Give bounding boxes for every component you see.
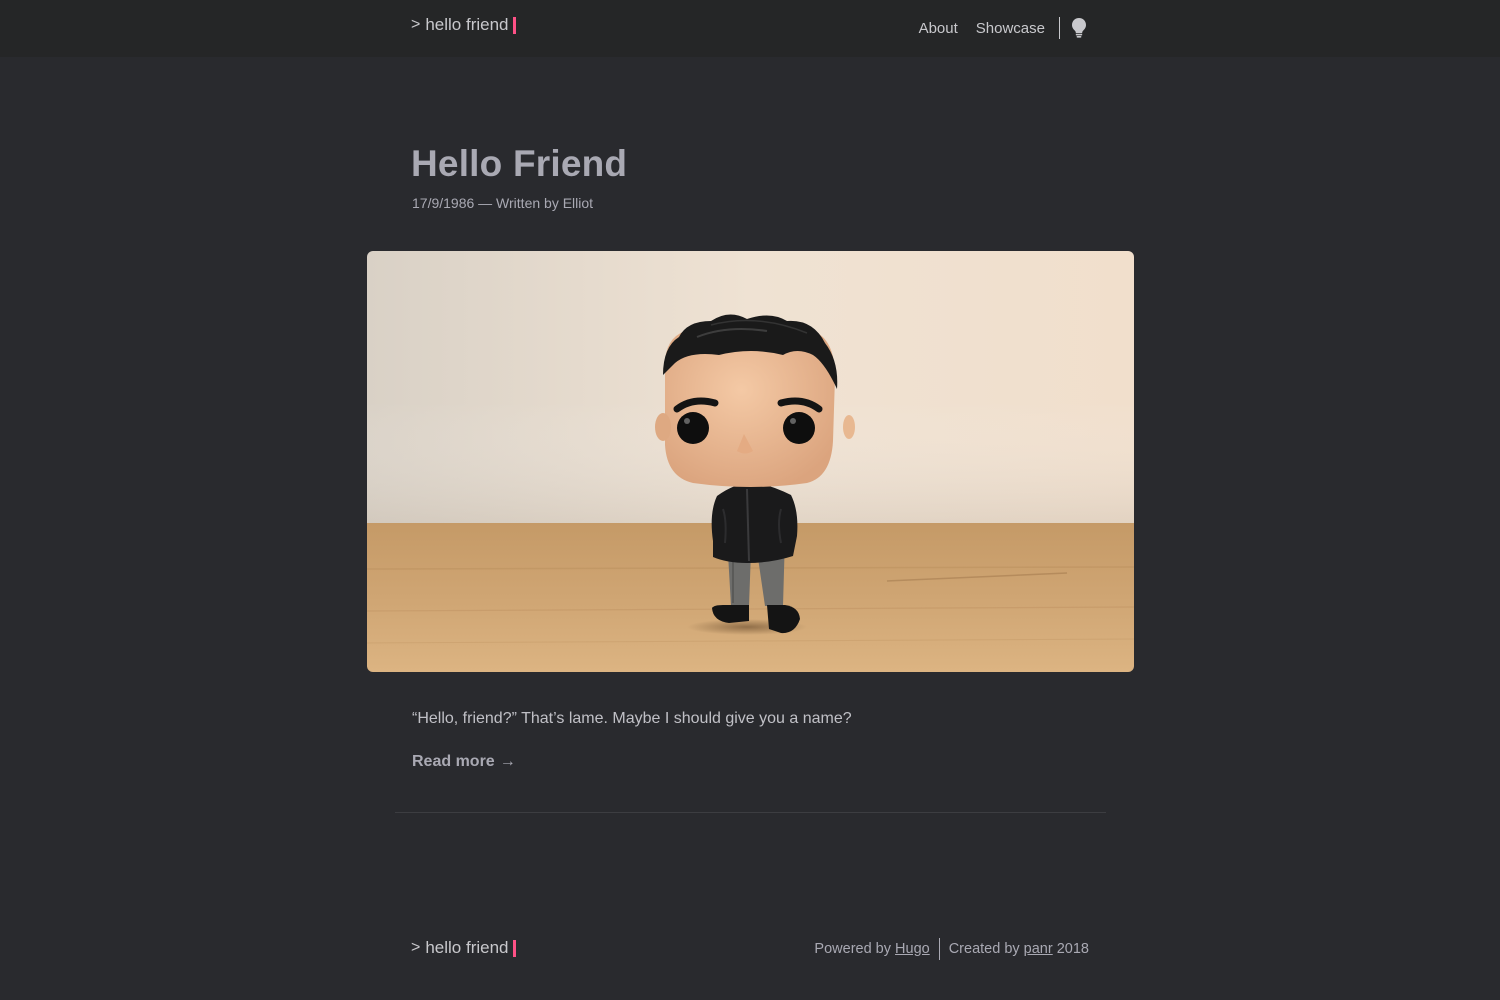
arrow-right-icon: → (499, 753, 516, 770)
post-separator (395, 812, 1106, 813)
post-title[interactable]: Hello Friend (411, 143, 627, 185)
read-more-label: Read more (412, 753, 495, 770)
created-by-label: Created by (948, 941, 1024, 957)
copyright: Powered by Hugo Created by panr 2018 (814, 938, 1089, 960)
nav-about[interactable]: About (919, 20, 958, 37)
copyright-year: 2018 (1056, 941, 1089, 957)
post-excerpt: “Hello, friend?” That’s lame. Maybe I sh… (412, 710, 852, 727)
footer-logo[interactable]: > hello friend (411, 938, 516, 958)
post-meta: 17/9/1986 — Written by Elliot (412, 195, 594, 211)
site-logo[interactable]: > hello friend (411, 15, 516, 35)
site-header: > hello friend About Showcase (0, 0, 1500, 57)
main-nav: About Showcase (901, 17, 1086, 39)
read-more-link[interactable]: Read more → (412, 753, 516, 771)
lightbulb-icon[interactable] (1072, 18, 1086, 38)
logo-cursor (512, 16, 516, 34)
hugo-link[interactable]: Hugo (895, 941, 930, 957)
logo-text: hello friend (425, 15, 509, 34)
author-link[interactable]: panr (1024, 941, 1053, 957)
footer-logo-mark: > (411, 939, 421, 956)
logo-mark: > (411, 16, 421, 33)
footer-logo-text: hello friend (425, 938, 509, 957)
powered-by-label: Powered by (814, 941, 896, 957)
copyright-divider (938, 938, 940, 960)
nav-showcase[interactable]: Showcase (976, 20, 1045, 37)
post-cover-image (367, 251, 1134, 672)
nav-divider (1059, 17, 1060, 39)
footer-logo-cursor (512, 939, 516, 957)
